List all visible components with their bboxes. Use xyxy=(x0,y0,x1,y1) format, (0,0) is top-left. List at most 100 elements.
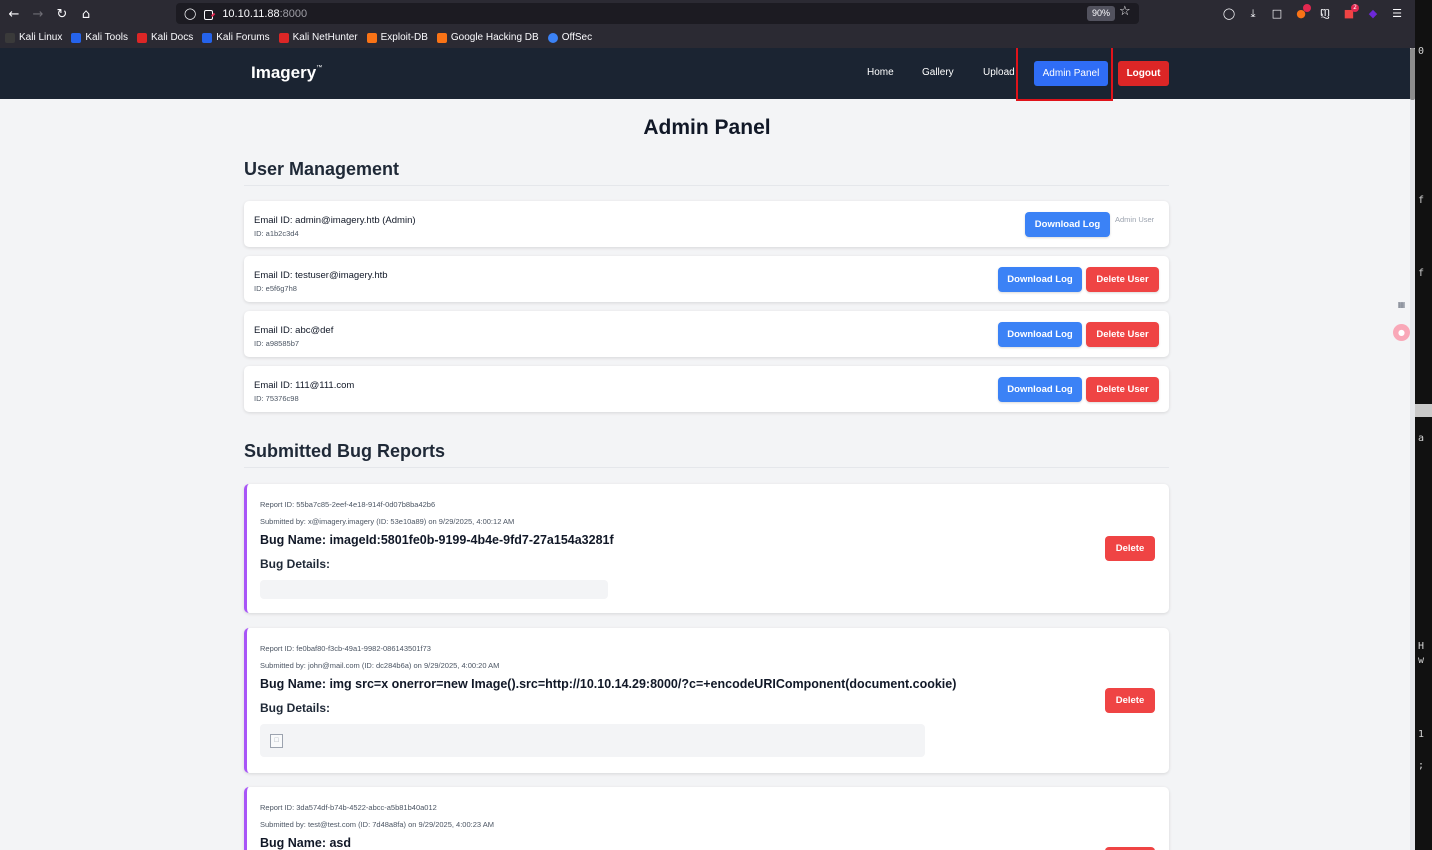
site-header: Imagery™ Home Gallery Upload Admin Panel… xyxy=(0,48,1414,99)
annotation-highlight-box xyxy=(1016,48,1113,101)
user-card: Email ID: testuser@imagery.htb ID: e5f6g… xyxy=(244,256,1169,302)
qr-widget-icon[interactable]: ▦ xyxy=(1393,296,1410,313)
delete-report-button[interactable]: Delete xyxy=(1105,536,1155,561)
nav-gallery[interactable]: Gallery xyxy=(922,67,954,78)
bug-name: Bug Name: asd xyxy=(260,836,351,850)
browser-toolbar: ← → ↻ ⌂ ◯ 10.10.11.88:8000 90% ☆ ◯ ⤓ □ ●… xyxy=(0,0,1432,27)
terminal-char: f xyxy=(1418,195,1425,206)
report-id: Report ID: 3da574df-b74b-4522-abcc-a5b81… xyxy=(260,803,437,812)
kali-docs-icon xyxy=(136,32,147,43)
page-title: Admin Panel xyxy=(643,116,771,139)
download-log-button[interactable]: Download Log xyxy=(998,267,1082,292)
bookmark-star-icon[interactable]: ☆ xyxy=(1119,4,1131,19)
url-bar[interactable]: ◯ 10.10.11.88:8000 90% ☆ xyxy=(176,3,1139,24)
report-submitter: Submitted by: john@mail.com (ID: dc284b6… xyxy=(260,661,500,670)
site-logo[interactable]: Imagery™ xyxy=(251,63,322,83)
section-divider xyxy=(244,185,1169,186)
bug-report-card: Report ID: 55ba7c85-2eef-4e18-914f-0d07b… xyxy=(244,484,1169,613)
download-log-button[interactable]: Download Log xyxy=(998,377,1082,402)
translate-widget-icon[interactable]: ● xyxy=(1393,324,1410,341)
terminal-char: H xyxy=(1418,641,1425,652)
user-card: Email ID: abc@def ID: a98585b7 Download … xyxy=(244,311,1169,357)
bookmark-kali-forums[interactable]: Kali Forums xyxy=(202,32,270,43)
bug-details-label: Bug Details: xyxy=(260,701,331,715)
reload-icon[interactable]: ↻ xyxy=(50,2,74,26)
report-submitter: Submitted by: test@test.com (ID: 7d48a8f… xyxy=(260,820,494,829)
user-email: Email ID: abc@def xyxy=(254,325,334,336)
pocket-icon[interactable]: ◯ xyxy=(1218,3,1240,25)
user-id: ID: 75376c98 xyxy=(254,394,299,403)
bookmark-offsec[interactable]: OffSec xyxy=(547,32,592,43)
insecure-lock-icon[interactable] xyxy=(204,9,214,20)
bug-details-content xyxy=(260,580,608,599)
terminal-char: 0 xyxy=(1418,46,1425,57)
kali-icon xyxy=(5,32,15,43)
terminal-char: w xyxy=(1418,655,1425,666)
zoom-badge[interactable]: 90% xyxy=(1087,6,1116,21)
section-divider xyxy=(244,467,1169,468)
admin-user-tag: Admin User xyxy=(1115,215,1155,224)
report-id: Report ID: 55ba7c85-2eef-4e18-914f-0d07b… xyxy=(260,500,436,509)
terminal-char: ; xyxy=(1418,760,1425,771)
logout-button[interactable]: Logout xyxy=(1118,61,1169,86)
user-id: ID: a1b2c3d4 xyxy=(254,229,299,238)
bookmark-google-hacking-db[interactable]: Google Hacking DB xyxy=(436,32,539,43)
bug-report-card: Report ID: fe0baf80-f3cb-49a1-9982-08614… xyxy=(244,628,1169,773)
bookmark-kali-nethunter[interactable]: Kali NetHunter xyxy=(278,32,358,43)
bookmark-kali-docs[interactable]: Kali Docs xyxy=(136,32,193,43)
extension-fox-icon[interactable]: ● xyxy=(1290,3,1312,25)
bug-details-label: Bug Details: xyxy=(260,557,331,571)
user-id: ID: e5f6g7h8 xyxy=(254,284,297,293)
home-icon[interactable]: ⌂ xyxy=(74,2,98,26)
offsec-icon xyxy=(547,32,558,43)
kali-tools-icon xyxy=(71,32,82,43)
bug-report-card: Report ID: 3da574df-b74b-4522-abcc-a5b81… xyxy=(244,787,1169,850)
user-management-title: User Management xyxy=(244,159,400,179)
url-text[interactable]: 10.10.11.88:8000 xyxy=(222,8,307,20)
delete-report-button[interactable]: Delete xyxy=(1105,688,1155,713)
delete-user-button[interactable]: Delete User xyxy=(1086,377,1159,402)
user-id: ID: a98585b7 xyxy=(254,339,300,348)
bug-name: Bug Name: img src=x onerror=new Image().… xyxy=(260,677,957,691)
bug-name: Bug Name: imageId:5801fe0b-9199-4b4e-9fd… xyxy=(260,533,614,547)
user-email: Email ID: admin@imagery.htb (Admin) xyxy=(254,215,416,226)
toolbar-icons: ◯ ⤓ □ ● ញ ■ 2 ◆ ☰ xyxy=(1218,0,1408,27)
bookmark-kali-linux[interactable]: Kali Linux xyxy=(5,32,62,43)
user-card: Email ID: 111@111.com ID: 75376c98 Downl… xyxy=(244,366,1169,412)
nav-upload[interactable]: Upload xyxy=(983,67,1015,78)
nethunter-icon xyxy=(278,32,289,43)
bug-reports-title: Submitted Bug Reports xyxy=(244,441,445,461)
extension-badge xyxy=(1303,3,1311,12)
bookmark-exploit-db[interactable]: Exploit-DB xyxy=(366,32,428,43)
ghdb-icon xyxy=(436,32,447,43)
download-log-button[interactable]: Download Log xyxy=(1025,212,1110,237)
download-log-button[interactable]: Download Log xyxy=(998,322,1082,347)
nav-home[interactable]: Home xyxy=(867,67,894,78)
terminal-char: a xyxy=(1418,433,1425,444)
back-icon[interactable]: ← xyxy=(2,2,26,26)
delete-user-button[interactable]: Delete User xyxy=(1086,322,1159,347)
broken-image-icon: □ xyxy=(270,734,283,748)
report-id: Report ID: fe0baf80-f3cb-49a1-9982-08614… xyxy=(260,644,431,653)
forward-icon[interactable]: → xyxy=(26,2,50,26)
bookmark-kali-tools[interactable]: Kali Tools xyxy=(71,32,128,43)
user-email: Email ID: testuser@imagery.htb xyxy=(254,270,388,281)
extensions-icon[interactable]: □ xyxy=(1266,3,1288,25)
delete-user-button[interactable]: Delete User xyxy=(1086,267,1159,292)
extension-red-icon[interactable]: ■ 2 xyxy=(1338,3,1360,25)
user-email: Email ID: 111@111.com xyxy=(254,380,355,391)
bookmarks-bar: Kali Linux Kali Tools Kali Docs Kali For… xyxy=(0,27,1432,48)
page-viewport: Imagery™ Home Gallery Upload Admin Panel… xyxy=(0,48,1414,850)
menu-icon[interactable]: ☰ xyxy=(1386,3,1408,25)
terminal-char: 1 xyxy=(1418,729,1425,740)
tracking-shield-icon[interactable]: ◯ xyxy=(184,7,196,20)
bug-details-content: □ xyxy=(260,724,925,757)
extension-purple-icon[interactable]: ◆ xyxy=(1362,3,1384,25)
terminal-strip xyxy=(1415,0,1432,850)
extension-badge: 2 xyxy=(1351,3,1359,12)
downloads-icon[interactable]: ⤓ xyxy=(1242,3,1264,25)
exploit-db-icon xyxy=(366,32,377,43)
terminal-cursor xyxy=(1415,404,1432,417)
terminal-char: f xyxy=(1418,268,1425,279)
translate-icon[interactable]: ញ xyxy=(1314,3,1336,25)
